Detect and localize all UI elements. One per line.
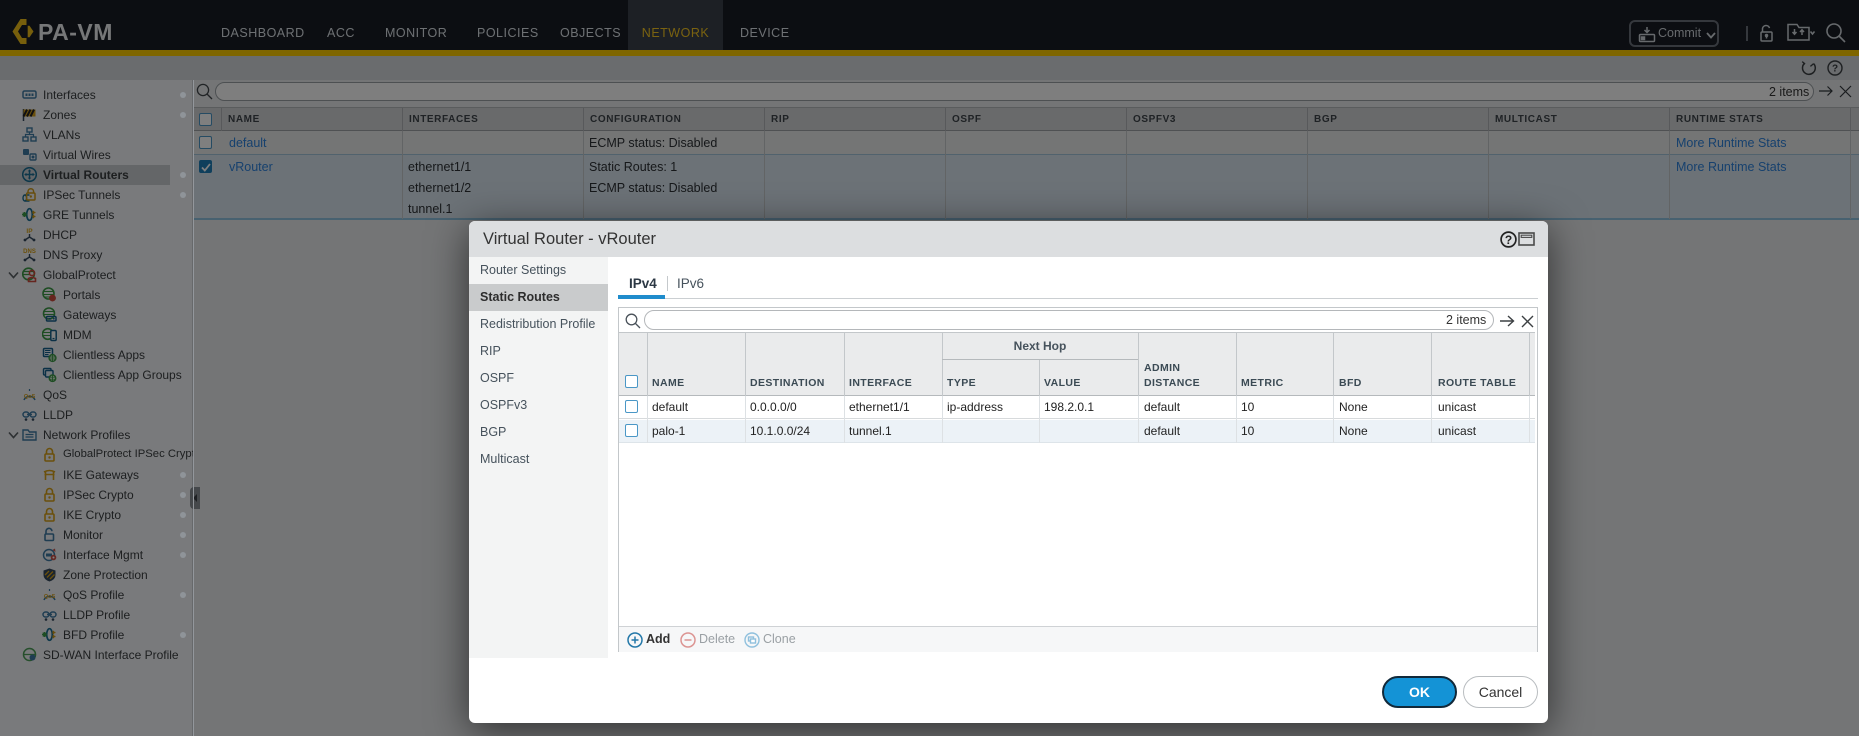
svg-text:?: ? — [1505, 233, 1512, 247]
